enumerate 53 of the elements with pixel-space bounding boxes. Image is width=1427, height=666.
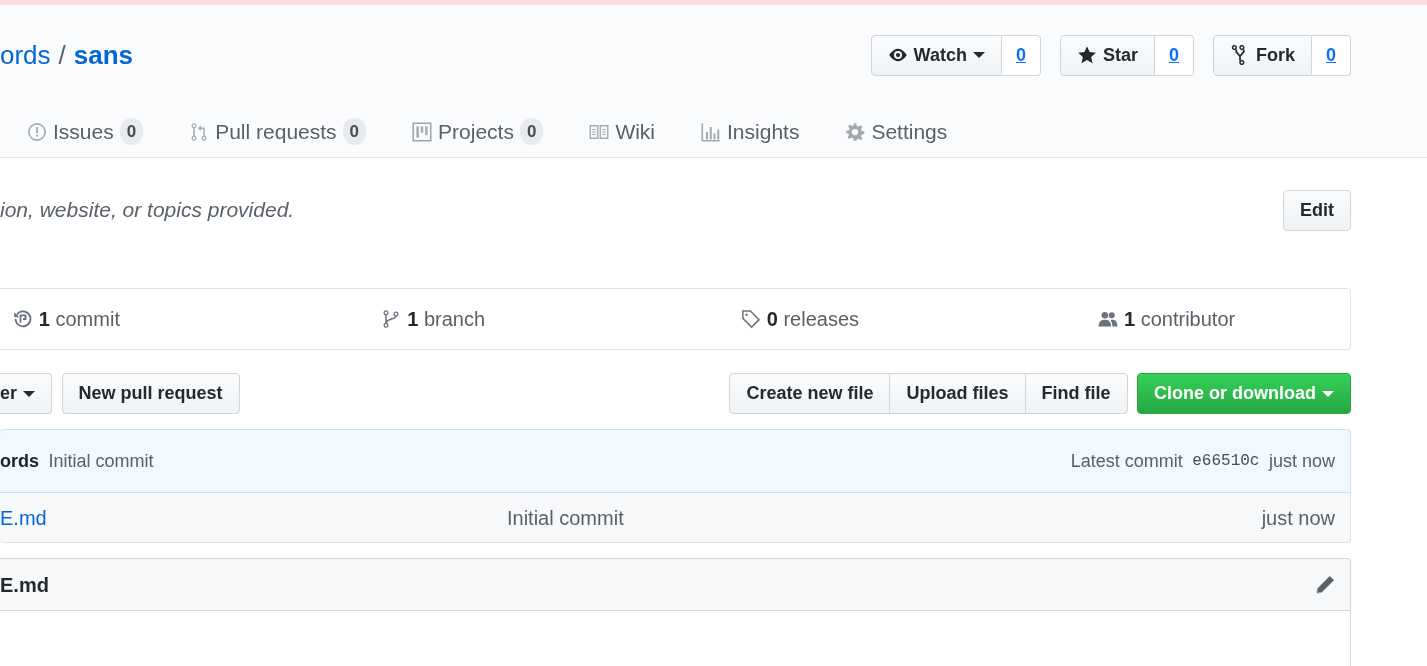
tab-label: Wiki bbox=[615, 118, 656, 145]
summary-link[interactable]: 1 contributor bbox=[1124, 304, 1236, 334]
summary-link[interactable]: 0 releases bbox=[766, 304, 859, 334]
edit-button[interactable]: Edit bbox=[1283, 189, 1351, 231]
bar-graph-icon bbox=[701, 121, 722, 142]
project-board-icon bbox=[412, 121, 433, 142]
file-age: just now bbox=[1261, 505, 1335, 531]
tab-label: Issues bbox=[53, 118, 114, 145]
summary-link[interactable]: 1 branch bbox=[407, 304, 486, 334]
social-count[interactable]: 0 bbox=[1312, 34, 1351, 76]
counter-badge: 0 bbox=[119, 117, 144, 146]
tag-icon bbox=[740, 309, 761, 329]
nav-tab[interactable]: Insights bbox=[678, 105, 823, 157]
nav-tab[interactable]: Settings bbox=[822, 105, 971, 157]
settings-icon bbox=[845, 121, 866, 142]
tab-label: Settings bbox=[871, 118, 948, 145]
readme-title: E.md bbox=[0, 572, 49, 598]
social-count[interactable]: 0 bbox=[1154, 34, 1194, 76]
nav-tab[interactable]: Issues 0 bbox=[4, 105, 167, 157]
people-icon bbox=[1098, 309, 1119, 329]
commit-message-link[interactable]: Initial commit bbox=[48, 447, 154, 475]
tab-label: Insights bbox=[727, 118, 800, 145]
commit-time: just now bbox=[1268, 449, 1335, 473]
file-name-link[interactable]: E.md bbox=[0, 506, 47, 529]
tab-label: Pull requests bbox=[215, 118, 337, 145]
pencil-icon[interactable] bbox=[1314, 573, 1336, 596]
repo-owner-link[interactable]: ords bbox=[0, 39, 51, 70]
path-separator: / bbox=[58, 39, 66, 70]
action-button[interactable]: Watch bbox=[870, 34, 1002, 76]
social-count[interactable]: 0 bbox=[1001, 34, 1041, 76]
nav-tab[interactable]: Pull requests 0 bbox=[166, 105, 390, 157]
counter-badge: 0 bbox=[342, 117, 367, 146]
counter-badge: 0 bbox=[519, 117, 544, 146]
nav-tab[interactable]: Wiki bbox=[566, 105, 679, 157]
issue-icon bbox=[27, 121, 47, 142]
history-icon bbox=[12, 309, 33, 329]
latest-commit-label: Latest commit bbox=[1070, 449, 1183, 473]
action-button[interactable]: Fork bbox=[1212, 34, 1312, 76]
nav-tab[interactable]: Projects 0 bbox=[389, 105, 567, 157]
branch-select-button[interactable]: er bbox=[0, 373, 52, 414]
new-pull-request-button[interactable]: New pull request bbox=[61, 373, 240, 414]
file-action-button[interactable]: Upload files bbox=[889, 373, 1026, 414]
summary-link[interactable]: 1 commit bbox=[38, 304, 120, 334]
file-commit-message-link[interactable]: Initial commit bbox=[507, 506, 624, 529]
repo-description: ion, website, or topics provided. bbox=[0, 197, 295, 224]
star-icon bbox=[1076, 45, 1097, 65]
commit-sha-link[interactable]: e66510c bbox=[1192, 449, 1260, 473]
tab-label: Projects bbox=[438, 118, 514, 145]
commit-author-link[interactable]: ords bbox=[0, 447, 39, 475]
action-button[interactable]: Star bbox=[1059, 34, 1155, 76]
repo-name-link[interactable]: sans bbox=[73, 39, 134, 70]
file-action-button[interactable]: Create new file bbox=[729, 373, 891, 414]
file-action-button[interactable]: Find file bbox=[1024, 373, 1128, 414]
